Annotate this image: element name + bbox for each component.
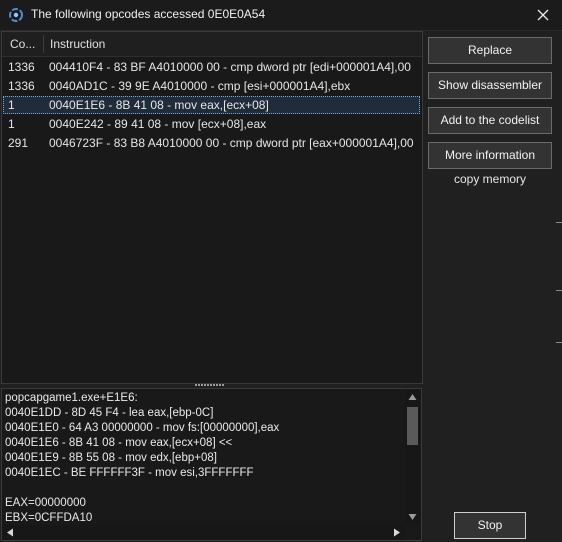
scroll-left-icon[interactable] [6,528,14,537]
instruction-details[interactable]: popcapgame1.exe+E1E6: 0040E1DD - 8D 45 F… [1,388,422,541]
show-disassembler-button[interactable]: Show disassembler [428,72,552,99]
stop-button[interactable]: Stop [454,512,526,539]
copy-memory-link[interactable]: copy memory [428,172,552,186]
row-count: 291 [8,136,29,150]
detail-line: 0040E1DD - 8D 45 F4 - lea eax,[ebp-0C] [5,407,214,419]
app-icon [9,8,23,22]
row-instruction: 0040E1E6 - 8B 41 08 - mov eax,[ecx+08] [49,98,269,112]
scroll-down-icon[interactable] [408,513,417,521]
add-to-codelist-button[interactable]: Add to the codelist [428,107,552,134]
row-instruction: 004410F4 - 83 BF A4010000 00 - cmp dword… [49,60,411,74]
row-count: 1 [8,117,15,131]
row-instruction: 0046723F - 83 B8 A4010000 00 - cmp dword… [49,136,414,150]
row-instruction: 0040AD1C - 39 9E A4010000 - cmp [esi+000… [49,79,351,93]
window-edge-divider [556,222,562,223]
row-count: 1336 [8,60,35,74]
detail-line: popcapgame1.exe+E1E6: [5,392,138,404]
window-edge-divider [556,342,562,343]
row-instruction: 0040E242 - 89 41 08 - mov [ecx+08],eax [49,117,267,131]
window-title: The following opcodes accessed 0E0E0A54 [31,7,266,21]
opcode-list[interactable]: Co... Instruction 1336 004410F4 - 83 BF … [1,31,423,384]
detail-line: 0040E1EC - BE FFFFFF3F - mov esi,3FFFFFF… [5,467,254,479]
detail-line: 0040E1E6 - 8B 41 08 - mov eax,[ecx+08] <… [5,437,233,449]
detail-line: 0040E1E9 - 8B 55 08 - mov edx,[ebp+08] [5,452,217,464]
window-edge-divider [556,290,562,291]
row-count: 1336 [8,79,35,93]
close-icon[interactable] [526,3,560,27]
table-row[interactable]: 1336 004410F4 - 83 BF A4010000 00 - cmp … [3,58,420,76]
replace-button[interactable]: Replace [428,37,552,64]
close-button[interactable] [526,3,560,27]
scroll-up-icon[interactable] [408,393,417,401]
title-bar: The following opcodes accessed 0E0E0A54 [0,0,562,31]
column-header-count[interactable]: Co... [10,37,35,51]
column-separator[interactable] [43,35,44,53]
column-header-instruction[interactable]: Instruction [50,37,105,51]
horizontal-scrollbar[interactable] [2,525,406,540]
row-count: 1 [8,98,15,112]
more-information-button[interactable]: More information [428,142,552,169]
table-row[interactable]: 1336 0040AD1C - 39 9E A4010000 - cmp [es… [3,77,420,95]
table-row-selected[interactable]: 1 0040E1E6 - 8B 41 08 - mov eax,[ecx+08] [3,96,420,114]
scrollbar-thumb[interactable] [407,407,418,445]
list-header: Co... Instruction [2,32,422,57]
detail-line: EAX=00000000 [5,497,86,509]
table-row[interactable]: 291 0046723F - 83 B8 A4010000 00 - cmp d… [3,134,420,152]
splitter-grip-icon[interactable] [195,384,225,386]
detail-line: 0040E1E0 - 64 A3 00000000 - mov fs:[0000… [5,422,280,434]
vertical-scrollbar[interactable] [405,389,420,525]
scroll-right-icon[interactable] [393,528,401,537]
table-row[interactable]: 1 0040E242 - 89 41 08 - mov [ecx+08],eax [3,115,420,133]
